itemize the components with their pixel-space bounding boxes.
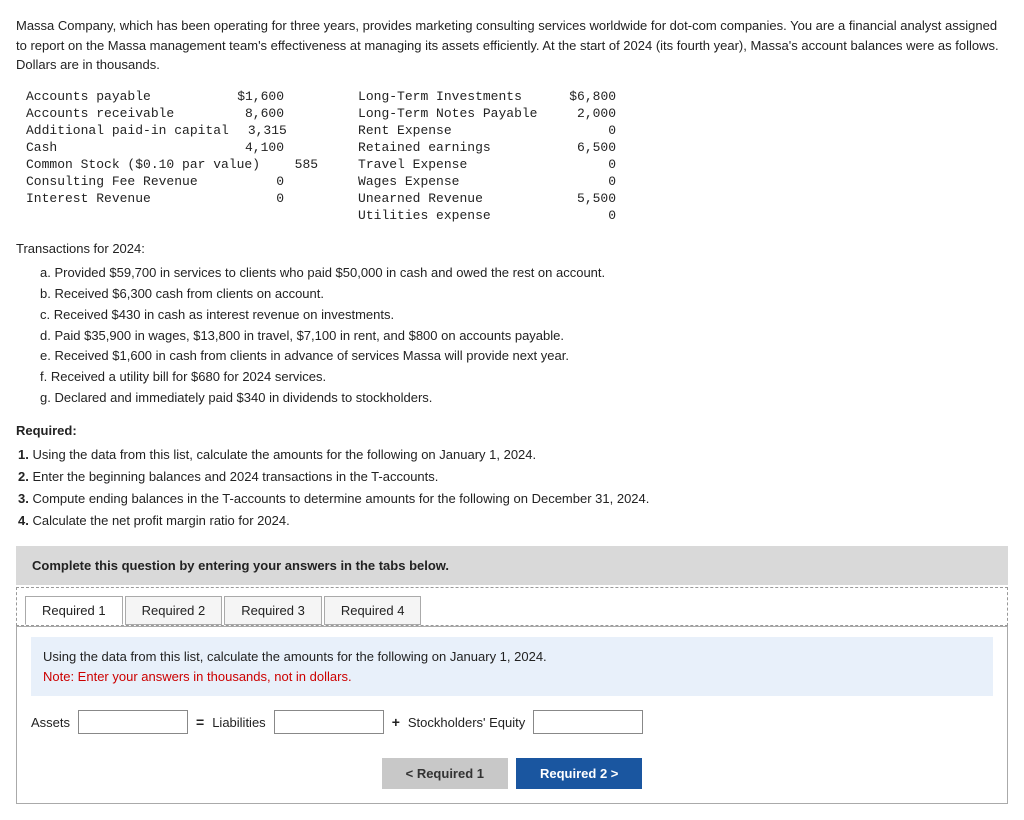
equity-label: Stockholders' Equity (408, 715, 525, 730)
transaction-item: a. Provided $59,700 in services to clien… (36, 263, 1008, 284)
account-value: 0 (234, 191, 284, 206)
account-row: Retained earnings 6,500 (358, 140, 616, 155)
tab-body: Using the data from this list, calculate… (16, 626, 1008, 804)
required-item: 2. Enter the beginning balances and 2024… (16, 466, 1008, 488)
equity-input[interactable] (533, 710, 643, 734)
account-name: Consulting Fee Revenue (26, 174, 226, 189)
account-value: 0 (566, 174, 616, 189)
tab-instruction: Using the data from this list, calculate… (31, 637, 993, 696)
required-item: 4. Calculate the net profit margin ratio… (16, 510, 1008, 532)
assets-input[interactable] (78, 710, 188, 734)
account-name: Rent Expense (358, 123, 558, 138)
account-row: Rent Expense 0 (358, 123, 616, 138)
account-name: Retained earnings (358, 140, 558, 155)
required-item: 3. Compute ending balances in the T-acco… (16, 488, 1008, 510)
accounts-left-col: Accounts payable $1,600 Accounts receivabl… (26, 89, 318, 223)
account-name: Accounts payable (26, 89, 226, 104)
account-row: Utilities expense 0 (358, 208, 616, 223)
plus-operator: + (392, 714, 400, 730)
transaction-item: d. Paid $35,900 in wages, $13,800 in tra… (36, 326, 1008, 347)
tab-instruction-text: Using the data from this list, calculate… (43, 649, 547, 664)
account-name: Travel Expense (358, 157, 558, 172)
complete-question-box: Complete this question by entering your … (16, 546, 1008, 585)
account-row: Consulting Fee Revenue 0 (26, 174, 318, 189)
account-name: Accounts receivable (26, 106, 226, 121)
tabs-wrapper: Required 1Required 2Required 3Required 4 (16, 587, 1008, 626)
account-name: Utilities expense (358, 208, 558, 223)
account-row: Cash 4,100 (26, 140, 318, 155)
account-row: Common Stock ($0.10 par value) 585 (26, 157, 318, 172)
account-row: Accounts receivable 8,600 (26, 106, 318, 121)
tab-button-2[interactable]: Required 2 (125, 596, 223, 625)
tabs-row: Required 1Required 2Required 3Required 4 (25, 596, 999, 625)
required-title: Required: (16, 423, 1008, 438)
account-value: 3,315 (237, 123, 287, 138)
transaction-item: b. Received $6,300 cash from clients on … (36, 284, 1008, 305)
account-value: $6,800 (566, 89, 616, 104)
tab-button-3[interactable]: Required 3 (224, 596, 322, 625)
account-row: Long-Term Investments $6,800 (358, 89, 616, 104)
account-name: Long-Term Investments (358, 89, 558, 104)
next-button[interactable]: Required 2 > (516, 758, 642, 789)
account-row: Unearned Revenue 5,500 (358, 191, 616, 206)
accounts-right-col: Long-Term Investments $6,800 Long-Term Not… (358, 89, 616, 223)
account-row: Wages Expense 0 (358, 174, 616, 189)
required-section: Required: 1. Using the data from this li… (16, 423, 1008, 532)
account-name: Additional paid-in capital (26, 123, 229, 138)
account-row: Additional paid-in capital 3,315 (26, 123, 318, 138)
account-name: Long-Term Notes Payable (358, 106, 558, 121)
account-value: 0 (566, 157, 616, 172)
account-value: 8,600 (234, 106, 284, 121)
transaction-item: f. Received a utility bill for $680 for … (36, 367, 1008, 388)
nav-buttons: < Required 1 Required 2 > (31, 758, 993, 789)
account-value: 0 (234, 174, 284, 189)
transactions-title: Transactions for 2024: (16, 239, 1008, 260)
account-value: $1,600 (234, 89, 284, 104)
transactions-list: a. Provided $59,700 in services to clien… (16, 263, 1008, 409)
account-name: Interest Revenue (26, 191, 226, 206)
tab-note-text: Note: Enter your answers in thousands, n… (43, 669, 352, 684)
tab-button-4[interactable]: Required 4 (324, 596, 422, 625)
prev-button[interactable]: < Required 1 (382, 758, 508, 789)
account-name: Cash (26, 140, 226, 155)
transactions-section: Transactions for 2024: a. Provided $59,7… (16, 239, 1008, 409)
account-name: Common Stock ($0.10 par value) (26, 157, 260, 172)
required-list: 1. Using the data from this list, calcul… (16, 444, 1008, 532)
account-name: Unearned Revenue (358, 191, 558, 206)
account-value: 4,100 (234, 140, 284, 155)
account-value: 0 (566, 208, 616, 223)
accounts-table: Accounts payable $1,600 Accounts receivabl… (16, 89, 1008, 223)
account-name: Wages Expense (358, 174, 558, 189)
equation-row: Assets = Liabilities + Stockholders' Equ… (31, 706, 993, 738)
account-row: Accounts payable $1,600 (26, 89, 318, 104)
transaction-item: c. Received $430 in cash as interest rev… (36, 305, 1008, 326)
account-value: 2,000 (566, 106, 616, 121)
equals-operator: = (196, 714, 204, 730)
account-value: 0 (566, 123, 616, 138)
account-value: 6,500 (566, 140, 616, 155)
assets-label: Assets (31, 715, 70, 730)
intro-paragraph: Massa Company, which has been operating … (16, 16, 1008, 75)
account-value: 585 (268, 157, 318, 172)
account-row: Travel Expense 0 (358, 157, 616, 172)
tab-button-1[interactable]: Required 1 (25, 596, 123, 625)
liabilities-input[interactable] (274, 710, 384, 734)
liabilities-label: Liabilities (212, 715, 265, 730)
account-value: 5,500 (566, 191, 616, 206)
account-row: Interest Revenue 0 (26, 191, 318, 206)
account-row: Long-Term Notes Payable 2,000 (358, 106, 616, 121)
transaction-item: g. Declared and immediately paid $340 in… (36, 388, 1008, 409)
required-item: 1. Using the data from this list, calcul… (16, 444, 1008, 466)
transaction-item: e. Received $1,600 in cash from clients … (36, 346, 1008, 367)
